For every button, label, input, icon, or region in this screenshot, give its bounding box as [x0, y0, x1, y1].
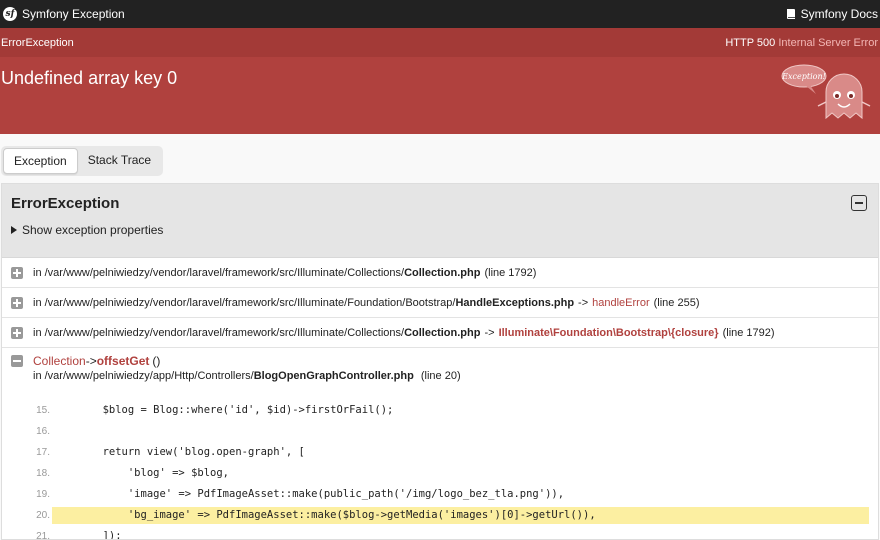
code-line-text: $blog = Blog::where('id', $id)->firstOrF… [52, 404, 394, 416]
code-line-text: 'bg_image' => PdfImageAsset::make($blog-… [52, 507, 869, 524]
expanded-path: in /var/www/pelniwiedzy/app/Http/Control… [33, 370, 254, 382]
trace-line[interactable]: in /var/www/pelniwiedzy/vendor/laravel/f… [2, 288, 878, 318]
expanded-file: BlogOpenGraphController.php [253, 370, 414, 382]
trace-path: in /var/www/pelniwiedzy/vendor/laravel/f… [33, 326, 405, 339]
docs-label: Symfony Docs [800, 7, 878, 21]
trace-line[interactable]: in /var/www/pelniwiedzy/vendor/laravel/f… [2, 318, 878, 348]
top-bar: sf Symfony Exception Symfony Docs [0, 0, 880, 28]
trace-line[interactable]: in /var/www/pelniwiedzy/vendor/laravel/f… [2, 258, 878, 288]
trace-line-number: (line 255) [653, 296, 700, 309]
header-top: ErrorException HTTP 500 Internal Server … [0, 28, 880, 57]
trace-line-number: (line 1792) [484, 266, 537, 279]
code-line: 16. [2, 421, 878, 442]
tab-stack-trace[interactable]: Stack Trace [78, 148, 161, 174]
code-line-number: 16. [36, 426, 50, 437]
code-line-text: return view('blog.open-graph', [ [52, 446, 305, 458]
code-line: 21. ]); [2, 526, 878, 540]
code-line-text: 'image' => PdfImageAsset::make(public_pa… [52, 488, 565, 500]
code-line: 19. 'image' => PdfImageAsset::make(publi… [2, 484, 878, 505]
ghost-illustration-icon: Exception! [781, 64, 871, 120]
code-line: 18. 'blog' => $blog, [2, 463, 878, 484]
expanded-method: offsetGet [96, 354, 150, 368]
expanded-trace-header[interactable]: Collection -> offsetGet () [2, 348, 878, 368]
show-exception-properties-toggle[interactable]: Show exception properties [11, 223, 163, 237]
symfony-logo-icon: sf [3, 7, 17, 21]
trace-arrow: -> [578, 296, 589, 309]
tab-exception[interactable]: Exception [3, 148, 78, 174]
ghost-label: Exception! [781, 72, 826, 81]
trace-file: Collection.php [404, 326, 481, 339]
trace-file: Collection.php [404, 266, 481, 279]
expanded-parens: () [152, 354, 161, 368]
brand: sf Symfony Exception [3, 7, 125, 21]
status-text: Internal Server Error [778, 36, 878, 49]
trace-arrow: -> [484, 326, 495, 339]
tab-bar: Exception Stack Trace [1, 146, 164, 176]
expand-plus-icon[interactable] [11, 326, 23, 339]
panel-class-name: ErrorException [11, 195, 120, 212]
code-snippet: 15. $blog = Blog::where('id', $id)->firs… [2, 400, 878, 540]
code-line-number: 15. [36, 405, 50, 416]
code-line-text: 'blog' => $blog, [52, 467, 230, 479]
expanded-arrow: -> [85, 354, 97, 368]
trace-file: HandleExceptions.php [455, 296, 575, 309]
code-line-number: 17. [36, 447, 50, 458]
expanded-line-number: (line 20) [420, 370, 461, 382]
expand-plus-icon[interactable] [11, 266, 23, 279]
exception-class-label: ErrorException [1, 36, 74, 49]
book-icon [786, 9, 795, 19]
http-status: HTTP 500 Internal Server Error [725, 37, 878, 49]
code-line-number: 18. [36, 468, 50, 479]
expanded-location: in /var/www/pelniwiedzy/app/Http/Control… [2, 370, 878, 382]
app-title: Symfony Exception [22, 7, 125, 21]
trace-line-number: (line 1792) [722, 326, 775, 339]
collapse-icon[interactable] [851, 195, 867, 211]
expand-plus-icon[interactable] [11, 296, 23, 309]
expanded-class: Collection [33, 354, 86, 368]
trace-path: in /var/www/pelniwiedzy/vendor/laravel/f… [33, 296, 456, 309]
disclosure-triangle-icon [11, 226, 17, 234]
trace-function: Illuminate\Foundation\Bootstrap\{closure… [498, 326, 719, 339]
code-line: 17. return view('blog.open-graph', [ [2, 442, 878, 463]
code-line-highlighted: 20. 'bg_image' => PdfImageAsset::make($b… [2, 505, 878, 526]
symfony-docs-link[interactable]: Symfony Docs [786, 7, 878, 21]
exception-header: ErrorException HTTP 500 Internal Server … [0, 28, 880, 134]
status-code: HTTP 500 [725, 36, 776, 49]
show-props-label: Show exception properties [22, 223, 164, 237]
code-line-number: 21. [36, 531, 50, 540]
code-line-number: 19. [36, 489, 50, 500]
panel-header: ErrorException Show exception properties [2, 184, 878, 258]
code-line-number: 20. [36, 510, 50, 521]
trace-path: in /var/www/pelniwiedzy/vendor/laravel/f… [33, 266, 405, 279]
exception-message: Undefined array key 0 [1, 68, 178, 88]
collapse-minus-icon[interactable] [11, 355, 23, 367]
code-line-text: ]); [52, 530, 122, 540]
exception-panel: ErrorException Show exception properties… [1, 183, 879, 540]
trace-function: handleError [592, 296, 650, 309]
code-line: 15. $blog = Blog::where('id', $id)->firs… [2, 400, 878, 421]
expanded-trace: Collection -> offsetGet () in /var/www/pel… [2, 348, 878, 540]
